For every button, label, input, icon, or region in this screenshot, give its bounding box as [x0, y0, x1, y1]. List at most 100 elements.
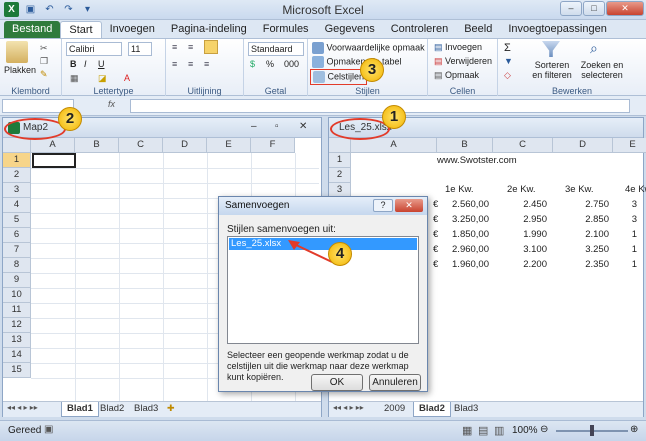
row-header[interactable]: 12 [3, 318, 31, 333]
col-header[interactable]: B [75, 138, 119, 153]
row-header[interactable]: 3 [3, 183, 31, 198]
zoom-in-icon[interactable]: ⊕ [630, 424, 638, 435]
data-cell[interactable]: 1 [632, 258, 637, 272]
row-header[interactable]: 15 [3, 363, 31, 378]
data-cell[interactable]: 3.250 [585, 243, 609, 257]
data-cell[interactable]: 3 [632, 198, 637, 212]
data-cell[interactable]: 1.850,00 [452, 228, 489, 242]
data-cell[interactable]: 3 [632, 213, 637, 227]
close-button[interactable]: ✕ [606, 1, 644, 16]
normal-view-icon[interactable]: ▦ [462, 424, 472, 437]
data-cell[interactable]: 3.100 [523, 243, 547, 257]
row-header-les25[interactable]: 1 [329, 153, 351, 168]
data-cell[interactable]: 2.750 [585, 198, 609, 212]
row-header[interactable]: 7 [3, 243, 31, 258]
sheet-tab-2009[interactable]: 2009 [379, 402, 410, 417]
cell-styles-button[interactable]: Celstijlen [310, 69, 368, 85]
dialog-close-button[interactable]: ✕ [395, 199, 423, 212]
col-header-les25[interactable]: B [437, 138, 493, 153]
tab-invoegen[interactable]: Invoegen [102, 21, 163, 38]
clear-icon[interactable]: ◇ [504, 70, 511, 81]
font-size-combo[interactable]: 11 [128, 42, 152, 56]
row-header[interactable]: 6 [3, 228, 31, 243]
find-select-button[interactable]: Zoeken en selecteren [578, 60, 626, 80]
row-header-les25[interactable]: 2 [329, 168, 351, 183]
row-header[interactable]: 10 [3, 288, 31, 303]
sheet-tab-blad3-les25[interactable]: Blad3 [449, 402, 483, 417]
col-header-les25[interactable]: A [351, 138, 437, 153]
col-header[interactable]: C [119, 138, 163, 153]
sort-filter-icon[interactable] [542, 41, 560, 57]
ok-button[interactable]: OK [311, 374, 363, 391]
align-center-icon[interactable]: ≡ [188, 59, 193, 69]
row-header[interactable]: 2 [3, 168, 31, 183]
formula-input[interactable] [130, 99, 630, 113]
paste-button[interactable]: Plakken [4, 65, 36, 75]
maximize-button[interactable]: □ [583, 1, 605, 16]
sheet-tab-blad2-les25[interactable]: Blad2 [413, 402, 451, 417]
data-cell[interactable]: 2.960,00 [452, 243, 489, 257]
zoom-level[interactable]: 100% [512, 425, 538, 436]
data-cell[interactable]: 1 [632, 228, 637, 242]
window-minimize-icon[interactable]: – [251, 121, 257, 132]
select-all-corner-les25[interactable] [329, 138, 351, 153]
col-header[interactable]: A [31, 138, 75, 153]
fill-color-icon[interactable]: ◪ [98, 73, 107, 84]
row-header[interactable]: 9 [3, 273, 31, 288]
col-header[interactable]: F [251, 138, 295, 153]
data-cell[interactable]: 3.250,00 [452, 213, 489, 227]
find-icon[interactable]: ⌕ [590, 40, 608, 56]
format-as-table-button[interactable]: Opmaken als tabel [312, 56, 402, 68]
window-close-icon[interactable]: ✕ [299, 121, 307, 132]
help-button[interactable]: ? [373, 199, 393, 212]
data-cell[interactable]: 2.950 [523, 213, 547, 227]
data-cell[interactable]: 1.990 [523, 228, 547, 242]
format-cells-button[interactable]: ▤ Opmaak [434, 70, 479, 81]
data-cell[interactable]: 1.960,00 [452, 258, 489, 272]
tab-invoegtoepassingen[interactable]: Invoegtoepassingen [500, 21, 614, 38]
sheet-tab-blad1[interactable]: Blad1 [61, 402, 99, 417]
sheet-nav-icon[interactable]: ◂◂ ◂ ▸ ▸▸ [7, 403, 38, 412]
paste-icon[interactable] [6, 41, 28, 63]
number-format-combo[interactable]: Standaard [248, 42, 304, 56]
delete-cells-button[interactable]: ▤ Verwijderen [434, 56, 492, 67]
borders-icon[interactable]: ▦ [70, 73, 79, 84]
window-restore-icon[interactable]: ▫ [275, 121, 279, 132]
thousands-icon[interactable]: 000 [284, 59, 299, 69]
insert-cells-button[interactable]: ▤ Invoegen [434, 42, 482, 53]
sheet-tab-blad2[interactable]: Blad2 [95, 402, 129, 417]
macro-record-icon[interactable]: ▣ [44, 424, 53, 435]
font-name-combo[interactable]: Calibri [66, 42, 122, 56]
sheet-tab-blad3[interactable]: Blad3 [129, 402, 163, 417]
align-top-icon[interactable]: ≡ [172, 42, 177, 52]
row-header[interactable]: 1 [3, 153, 31, 168]
tab-pagina-indeling[interactable]: Pagina-indeling [163, 21, 255, 38]
align-left-icon[interactable]: ≡ [172, 59, 177, 69]
sheet-nav-icon-les25[interactable]: ◂◂ ◂ ▸ ▸▸ [333, 403, 364, 412]
tab-bestand[interactable]: Bestand [4, 21, 61, 38]
percent-icon[interactable]: % [266, 59, 274, 69]
page-break-view-icon[interactable]: ▥ [494, 424, 504, 437]
font-color-icon[interactable]: A [124, 73, 130, 83]
tab-beeld[interactable]: Beeld [456, 21, 500, 38]
align-middle-icon[interactable]: ≡ [188, 42, 193, 52]
fill-icon[interactable]: ▼ [504, 56, 513, 66]
format-painter-icon[interactable]: ✎ [40, 69, 48, 80]
row-header[interactable]: 8 [3, 258, 31, 273]
col-header-les25[interactable]: C [493, 138, 553, 153]
col-header[interactable]: E [207, 138, 251, 153]
select-all-corner[interactable] [3, 138, 31, 153]
new-sheet-icon[interactable]: ✚ [167, 403, 175, 414]
conditional-format-button[interactable]: Voorwaardelijke opmaak [312, 42, 425, 54]
active-cell-a1[interactable] [32, 153, 76, 168]
sort-filter-button[interactable]: Sorteren en filteren [532, 60, 572, 80]
tab-formules[interactable]: Formules [255, 21, 317, 38]
row-header[interactable]: 11 [3, 303, 31, 318]
function-icon[interactable]: fx [108, 99, 115, 109]
minimize-button[interactable]: – [560, 1, 582, 16]
tab-controleren[interactable]: Controleren [383, 21, 456, 38]
tab-gegevens[interactable]: Gegevens [317, 21, 383, 38]
col-header-les25[interactable]: E [613, 138, 646, 153]
data-cell[interactable]: 2.350 [585, 258, 609, 272]
underline-button[interactable]: U [98, 59, 105, 69]
